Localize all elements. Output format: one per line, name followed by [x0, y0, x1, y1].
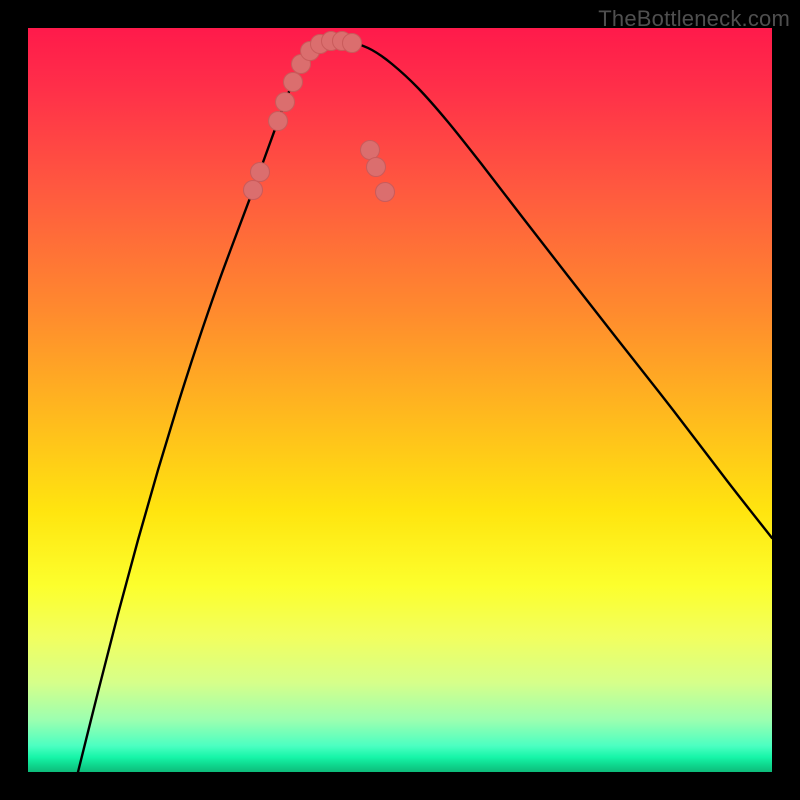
marker-group: [244, 32, 395, 202]
watermark-text: TheBottleneck.com: [598, 6, 790, 32]
data-marker: [367, 158, 386, 177]
chart-frame: TheBottleneck.com: [0, 0, 800, 800]
plot-area: [28, 28, 772, 772]
data-marker: [284, 73, 303, 92]
data-marker: [343, 34, 362, 53]
data-marker: [251, 163, 270, 182]
data-marker: [361, 141, 380, 160]
bottleneck-curve: [78, 41, 772, 772]
data-marker: [244, 181, 263, 200]
data-marker: [269, 112, 288, 131]
bottleneck-curve-path: [78, 41, 772, 772]
curve-layer: [28, 28, 772, 772]
data-marker: [376, 183, 395, 202]
data-marker: [276, 93, 295, 112]
